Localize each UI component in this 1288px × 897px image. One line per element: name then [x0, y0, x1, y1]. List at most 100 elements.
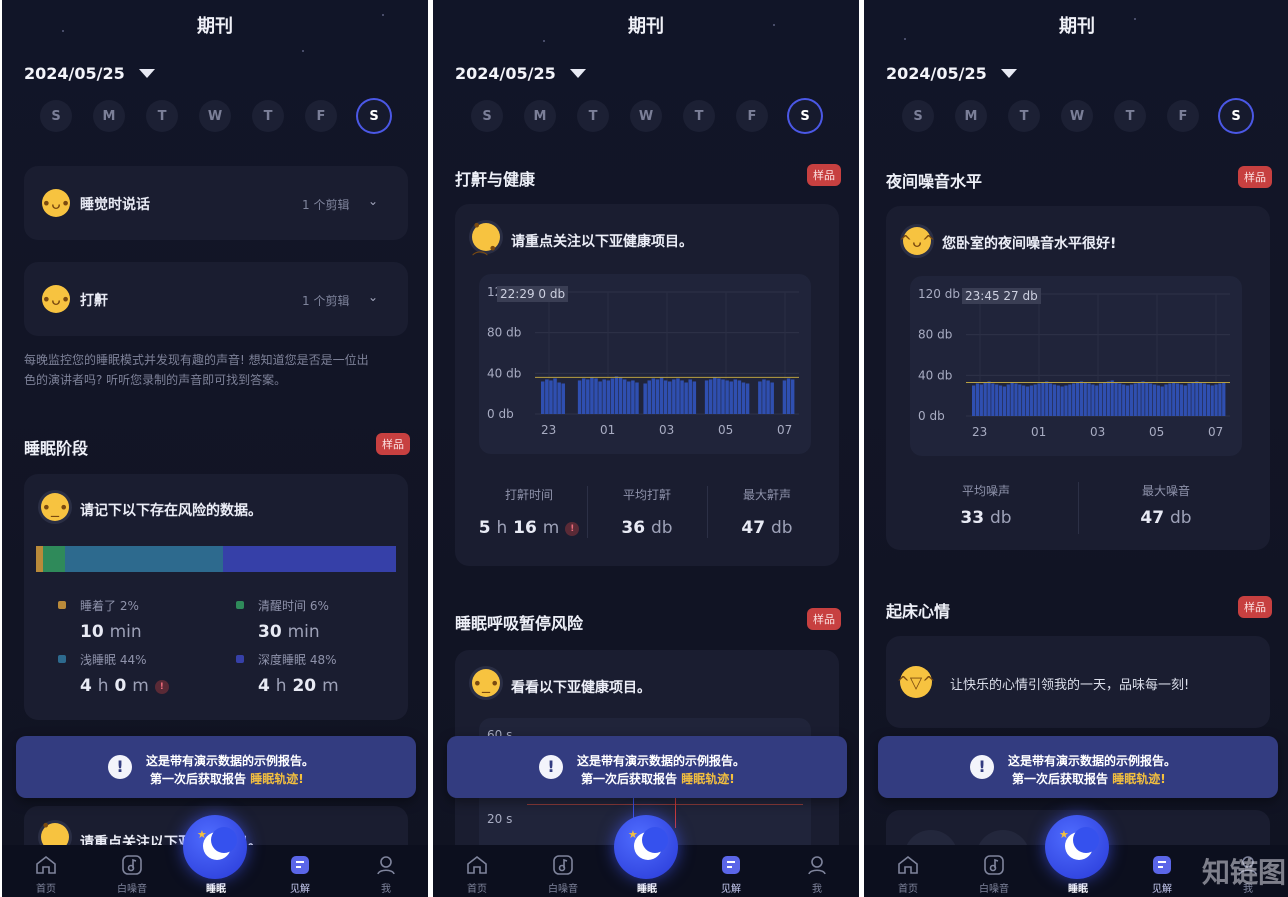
sleep-moon-button[interactable]: ★: [614, 815, 678, 879]
day-sun[interactable]: S: [902, 100, 934, 132]
stage-segment: [223, 546, 396, 572]
value-number: 47: [1140, 508, 1165, 528]
stage-bar: [36, 546, 396, 572]
chart-bar: [680, 380, 684, 414]
grinning-face-icon: ^▽^: [896, 666, 936, 698]
sleep-stage-card: •_• 请记下以下存在风险的数据。 睡着了 2% 10 min 清醒时间 6% …: [24, 474, 408, 720]
sleep-talk-row[interactable]: •ᴗ• 睡觉时说话 1 个剪辑 ⌄: [24, 166, 408, 240]
legend-swatch: [58, 601, 66, 609]
chart-bar: [684, 382, 688, 414]
week-selector: S M T W T F S: [471, 100, 821, 132]
stat-value: 33 db: [936, 508, 1036, 528]
legend-swatch: [236, 601, 244, 609]
tab-bar: 首页 白噪音 睡眠 见解 我 ★: [2, 815, 428, 897]
chart-bar: [692, 381, 697, 414]
chevron-down-icon[interactable]: ⌄: [368, 194, 378, 208]
sleep-moon-button[interactable]: ★: [1045, 815, 1109, 879]
page-title: 期刊: [1059, 16, 1095, 37]
snoring-face-icon: •ᴗ•: [42, 285, 70, 313]
value-number: 16: [513, 518, 537, 538]
day-sat-selected[interactable]: S: [358, 100, 390, 132]
tab-me[interactable]: 我: [356, 853, 416, 895]
day-wed[interactable]: W: [630, 100, 662, 132]
value-unit: db: [651, 518, 673, 538]
snore-row[interactable]: •ᴗ• 打鼾 1 个剪辑 ⌄: [24, 262, 408, 336]
avatar: •︵•: [469, 216, 503, 258]
day-tue[interactable]: T: [1008, 100, 1040, 132]
day-fri[interactable]: F: [305, 100, 337, 132]
chart-bar: [1137, 382, 1141, 416]
value-number: 47: [741, 518, 766, 538]
day-sat-selected[interactable]: S: [789, 100, 821, 132]
warning-icon[interactable]: !: [154, 680, 169, 694]
day-wed[interactable]: W: [1061, 100, 1093, 132]
day-thu[interactable]: T: [252, 100, 284, 132]
day-fri[interactable]: F: [1167, 100, 1199, 132]
day-tue[interactable]: T: [146, 100, 178, 132]
info-icon: !: [108, 755, 132, 779]
stat-value: 47 db: [1116, 508, 1216, 528]
day-tue[interactable]: T: [577, 100, 609, 132]
chevron-down-icon[interactable]: ⌄: [368, 290, 378, 304]
warning-icon[interactable]: !: [565, 522, 580, 536]
x-tick-label: 23: [541, 423, 556, 437]
tab-white-noise[interactable]: 白噪音: [102, 853, 162, 895]
chart-bar: [1045, 381, 1049, 416]
tab-label: 睡眠: [637, 884, 657, 895]
card-headline: 请重点关注以下亚健康项目。: [511, 234, 693, 250]
demo-banner[interactable]: ! 这是带有演示数据的示例报告。 第一次后获取报告 睡眠轨迹!: [16, 736, 416, 798]
caret-down-icon[interactable]: [569, 69, 586, 78]
day-mon[interactable]: M: [524, 100, 556, 132]
banner-highlight[interactable]: 睡眠轨迹!: [250, 772, 303, 786]
day-wed[interactable]: W: [199, 100, 231, 132]
tab-insights[interactable]: 见解: [701, 853, 761, 895]
chart-bar: [1114, 382, 1118, 416]
caret-down-icon[interactable]: [138, 69, 155, 78]
tab-me[interactable]: 我: [787, 853, 847, 895]
day-mon[interactable]: M: [955, 100, 987, 132]
tab-home[interactable]: 首页: [878, 853, 938, 895]
chart-bar: [1195, 381, 1199, 416]
day-sun[interactable]: S: [40, 100, 72, 132]
demo-banner[interactable]: ! 这是带有演示数据的示例报告。 第一次后获取报告 睡眠轨迹!: [447, 736, 847, 798]
tab-label: 首页: [467, 884, 487, 895]
chart-bar: [1025, 386, 1030, 416]
date-picker[interactable]: 2024/05/25: [455, 64, 586, 83]
chart-bar: [790, 379, 795, 414]
banner-highlight[interactable]: 睡眠轨迹!: [681, 772, 734, 786]
tab-white-noise[interactable]: 白噪音: [964, 853, 1024, 895]
banner-line1: 这是带有演示数据的示例报告。: [1008, 754, 1177, 768]
tab-home[interactable]: 首页: [447, 853, 507, 895]
tab-white-noise[interactable]: 白噪音: [533, 853, 593, 895]
music-note-icon: [122, 855, 142, 875]
caret-down-icon[interactable]: [1000, 69, 1017, 78]
thinking-face-icon: •_•: [472, 669, 500, 697]
snore-card: •︵• 请重点关注以下亚健康项目。 120 db80 db40 db0 db23…: [455, 204, 839, 566]
chart-bar: [972, 385, 976, 416]
tab-insights[interactable]: 见解: [1132, 853, 1192, 895]
chart-bar: [975, 383, 980, 416]
day-thu[interactable]: T: [683, 100, 715, 132]
date-picker[interactable]: 2024/05/25: [24, 64, 155, 83]
chart-bar: [733, 379, 738, 414]
tab-insights[interactable]: 见解: [270, 853, 330, 895]
legend-label: 浅睡眠 44%: [80, 653, 147, 667]
date-picker[interactable]: 2024/05/25: [886, 64, 1017, 83]
chart-bar: [987, 381, 991, 416]
chart-bar: [586, 379, 590, 414]
noise-card: ^ᴗ^ 您卧室的夜间噪音水平很好! 120 db 80 db 40 db 0 db 23…: [886, 206, 1270, 550]
stat-value: 36 db: [597, 518, 697, 538]
day-mon[interactable]: M: [93, 100, 125, 132]
day-thu[interactable]: T: [1114, 100, 1146, 132]
chart-bar: [635, 382, 639, 414]
tab-label: 我: [812, 884, 822, 895]
day-sat-selected[interactable]: S: [1220, 100, 1252, 132]
day-sun[interactable]: S: [471, 100, 503, 132]
chart-bar: [668, 381, 672, 414]
demo-banner[interactable]: ! 这是带有演示数据的示例报告。 第一次后获取报告 睡眠轨迹!: [878, 736, 1278, 798]
value-unit: db: [990, 508, 1012, 528]
banner-highlight[interactable]: 睡眠轨迹!: [1112, 772, 1165, 786]
day-fri[interactable]: F: [736, 100, 768, 132]
tab-home[interactable]: 首页: [16, 853, 76, 895]
sleep-moon-button[interactable]: ★: [183, 815, 247, 879]
